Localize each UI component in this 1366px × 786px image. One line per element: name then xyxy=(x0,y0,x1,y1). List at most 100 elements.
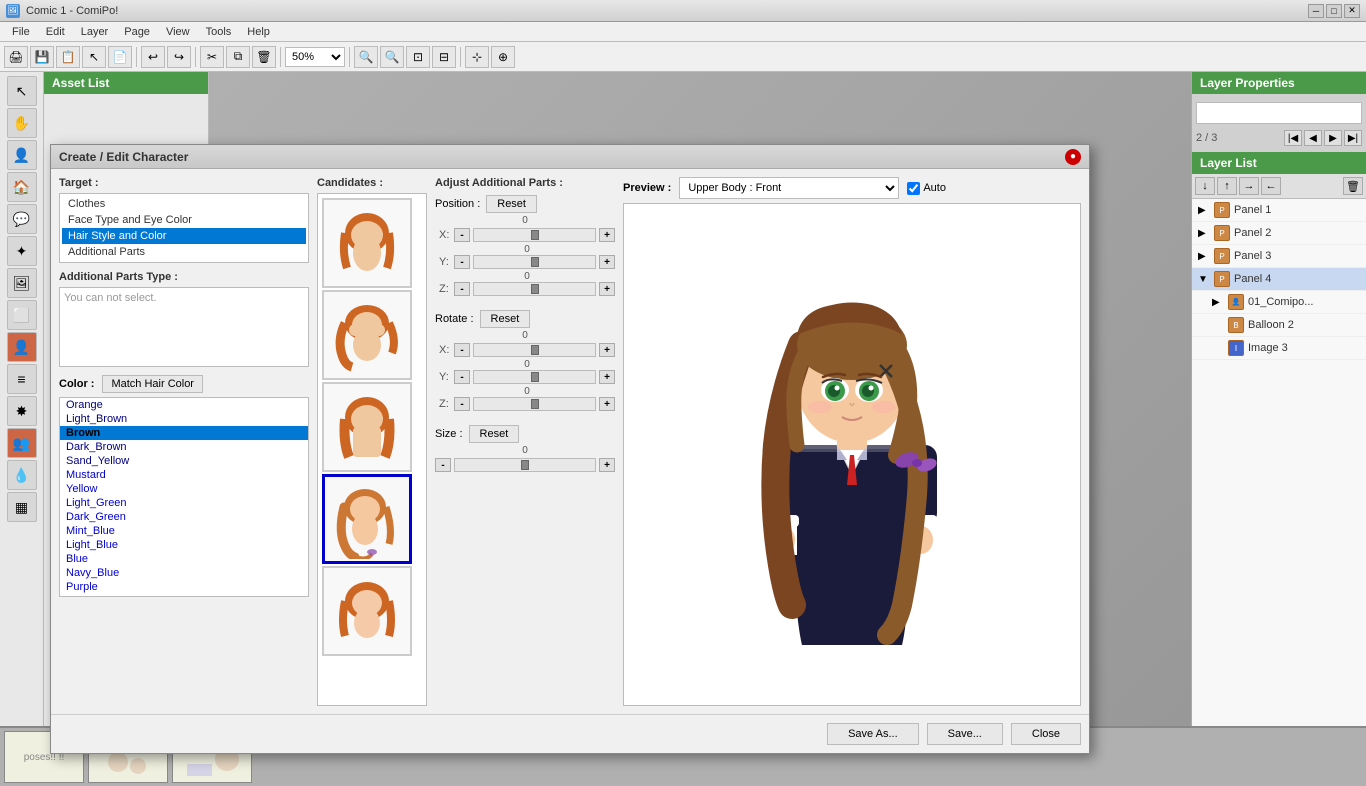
color-dark-brown[interactable]: Dark_Brown xyxy=(60,440,308,454)
menu-layer[interactable]: Layer xyxy=(73,24,117,40)
rot-y-minus[interactable]: - xyxy=(454,370,470,384)
auto-checkbox[interactable]: Auto xyxy=(907,182,946,195)
color-dark-green[interactable]: Dark_Green xyxy=(60,510,308,524)
color-light-blue[interactable]: Light_Blue xyxy=(60,538,308,552)
pos-y-plus[interactable]: + xyxy=(599,255,615,269)
layer-character[interactable]: ▶ 👤 01_Comipo... xyxy=(1192,291,1366,314)
save-toolbar-btn[interactable]: 💾 xyxy=(30,46,54,68)
first-page-btn[interactable]: |◀ xyxy=(1284,130,1302,146)
zoom-select[interactable]: 50% 25% 75% 100% xyxy=(285,47,345,67)
sidebar-user2-tool[interactable]: 👥 xyxy=(7,428,37,458)
color-sand-yellow[interactable]: Sand_Yellow xyxy=(60,454,308,468)
select-btn[interactable]: ↖ xyxy=(82,46,106,68)
candidate-2[interactable] xyxy=(322,290,412,380)
color-yellow[interactable]: Yellow xyxy=(60,482,308,496)
pos-y-track[interactable] xyxy=(473,255,596,269)
target-hair[interactable]: Hair Style and Color xyxy=(62,228,306,244)
color-mustard[interactable]: Mustard xyxy=(60,468,308,482)
cursor-btn[interactable]: ⊹ xyxy=(465,46,489,68)
save-btn[interactable]: Save... xyxy=(927,723,1003,745)
layer-properties-input[interactable] xyxy=(1196,102,1362,124)
sidebar-character-tool[interactable]: 👤 xyxy=(7,140,37,170)
prev-page-btn[interactable]: ◀ xyxy=(1304,130,1322,146)
sidebar-item-tool[interactable]: 🏠 xyxy=(7,172,37,202)
fit-width-btn[interactable]: ⊟ xyxy=(432,46,456,68)
size-track[interactable] xyxy=(454,458,596,472)
rot-x-minus[interactable]: - xyxy=(454,343,470,357)
size-reset-btn[interactable]: Reset xyxy=(469,425,520,443)
rot-z-plus[interactable]: + xyxy=(599,397,615,411)
layer-delete-btn[interactable]: 🗑 xyxy=(1343,177,1363,195)
candidate-5[interactable] xyxy=(322,566,412,656)
rot-z-track[interactable] xyxy=(473,397,596,411)
sidebar-filter-tool[interactable]: 💧 xyxy=(7,460,37,490)
modal-close-btn[interactable]: ● xyxy=(1065,149,1081,165)
layer-panel1[interactable]: ▶ P Panel 1 xyxy=(1192,199,1366,222)
zoom-in-btn[interactable]: 🔍 xyxy=(354,46,378,68)
color-blue[interactable]: Blue xyxy=(60,552,308,566)
target-parts[interactable]: Additional Parts xyxy=(62,244,306,260)
redo-btn[interactable]: ↪ xyxy=(167,46,191,68)
match-hair-color-btn[interactable]: Match Hair Color xyxy=(102,375,203,393)
paste-btn[interactable]: 📄 xyxy=(108,46,132,68)
color-purple[interactable]: Purple xyxy=(60,580,308,594)
candidate-3[interactable] xyxy=(322,382,412,472)
save-as-btn[interactable]: Save As... xyxy=(827,723,919,745)
rotate-reset-btn[interactable]: Reset xyxy=(480,310,531,328)
menu-file[interactable]: File xyxy=(4,24,38,40)
pos-z-track[interactable] xyxy=(473,282,596,296)
duplicate-btn[interactable]: ⧉ xyxy=(226,46,250,68)
last-page-btn[interactable]: ▶| xyxy=(1344,130,1362,146)
layer-balloon2[interactable]: B Balloon 2 xyxy=(1192,314,1366,337)
rot-y-track[interactable] xyxy=(473,370,596,384)
menu-tools[interactable]: Tools xyxy=(198,24,240,40)
pos-x-plus[interactable]: + xyxy=(599,228,615,242)
menu-edit[interactable]: Edit xyxy=(38,24,73,40)
pos-z-plus[interactable]: + xyxy=(599,282,615,296)
sidebar-hand-tool[interactable]: ✋ xyxy=(7,108,37,138)
sidebar-effect-tool[interactable]: ✦ xyxy=(7,236,37,266)
layer-panel3[interactable]: ▶ P Panel 3 xyxy=(1192,245,1366,268)
tool2-btn[interactable]: ⊕ xyxy=(491,46,515,68)
color-mint-blue[interactable]: Mint_Blue xyxy=(60,524,308,538)
sidebar-box-tool[interactable]: ⬜ xyxy=(7,300,37,330)
maximize-btn[interactable]: □ xyxy=(1326,4,1342,18)
pos-x-minus[interactable]: - xyxy=(454,228,470,242)
delete-btn[interactable]: 🗑 xyxy=(252,46,276,68)
size-plus[interactable]: + xyxy=(599,458,615,472)
sidebar-splash-tool[interactable]: ✸ xyxy=(7,396,37,426)
layer-down-btn[interactable]: ↓ xyxy=(1195,177,1215,195)
pos-z-minus[interactable]: - xyxy=(454,282,470,296)
candidate-1[interactable] xyxy=(322,198,412,288)
color-orange[interactable]: Orange xyxy=(60,398,308,412)
rot-x-track[interactable] xyxy=(473,343,596,357)
fit-btn[interactable]: ⊡ xyxy=(406,46,430,68)
close-modal-btn[interactable]: Close xyxy=(1011,723,1081,745)
pos-y-minus[interactable]: - xyxy=(454,255,470,269)
color-light-brown[interactable]: Light_Brown xyxy=(60,412,308,426)
rot-x-plus[interactable]: + xyxy=(599,343,615,357)
menu-help[interactable]: Help xyxy=(239,24,278,40)
sidebar-select-tool[interactable]: ↖ xyxy=(7,76,37,106)
color-navy-blue[interactable]: Navy_Blue xyxy=(60,566,308,580)
layer-panel2[interactable]: ▶ P Panel 2 xyxy=(1192,222,1366,245)
layer-panel4[interactable]: ▼ P Panel 4 xyxy=(1192,268,1366,291)
position-reset-btn[interactable]: Reset xyxy=(486,195,537,213)
target-face[interactable]: Face Type and Eye Color xyxy=(62,212,306,228)
auto-check[interactable] xyxy=(907,182,920,195)
preview-select[interactable]: Upper Body : Front Upper Body : Side Ful… xyxy=(679,177,899,199)
minimize-btn[interactable]: ─ xyxy=(1308,4,1324,18)
layer-backward-btn[interactable]: ← xyxy=(1261,177,1281,195)
color-list[interactable]: Orange Light_Brown Brown Dark_Brown Sand… xyxy=(59,397,309,597)
menu-page[interactable]: Page xyxy=(116,24,158,40)
rot-y-plus[interactable]: + xyxy=(599,370,615,384)
color-pink[interactable]: Pink xyxy=(60,594,308,597)
layer-up-btn[interactable]: ↑ xyxy=(1217,177,1237,195)
copy-btn[interactable]: 📋 xyxy=(56,46,80,68)
sidebar-image-tool[interactable]: 🖼 xyxy=(7,268,37,298)
close-app-btn[interactable]: ✕ xyxy=(1344,4,1360,18)
zoom-out-btn[interactable]: 🔍 xyxy=(380,46,404,68)
layer-image3[interactable]: I Image 3 xyxy=(1192,337,1366,360)
color-light-green[interactable]: Light_Green xyxy=(60,496,308,510)
sidebar-panel-tool[interactable]: ▦ xyxy=(7,492,37,522)
